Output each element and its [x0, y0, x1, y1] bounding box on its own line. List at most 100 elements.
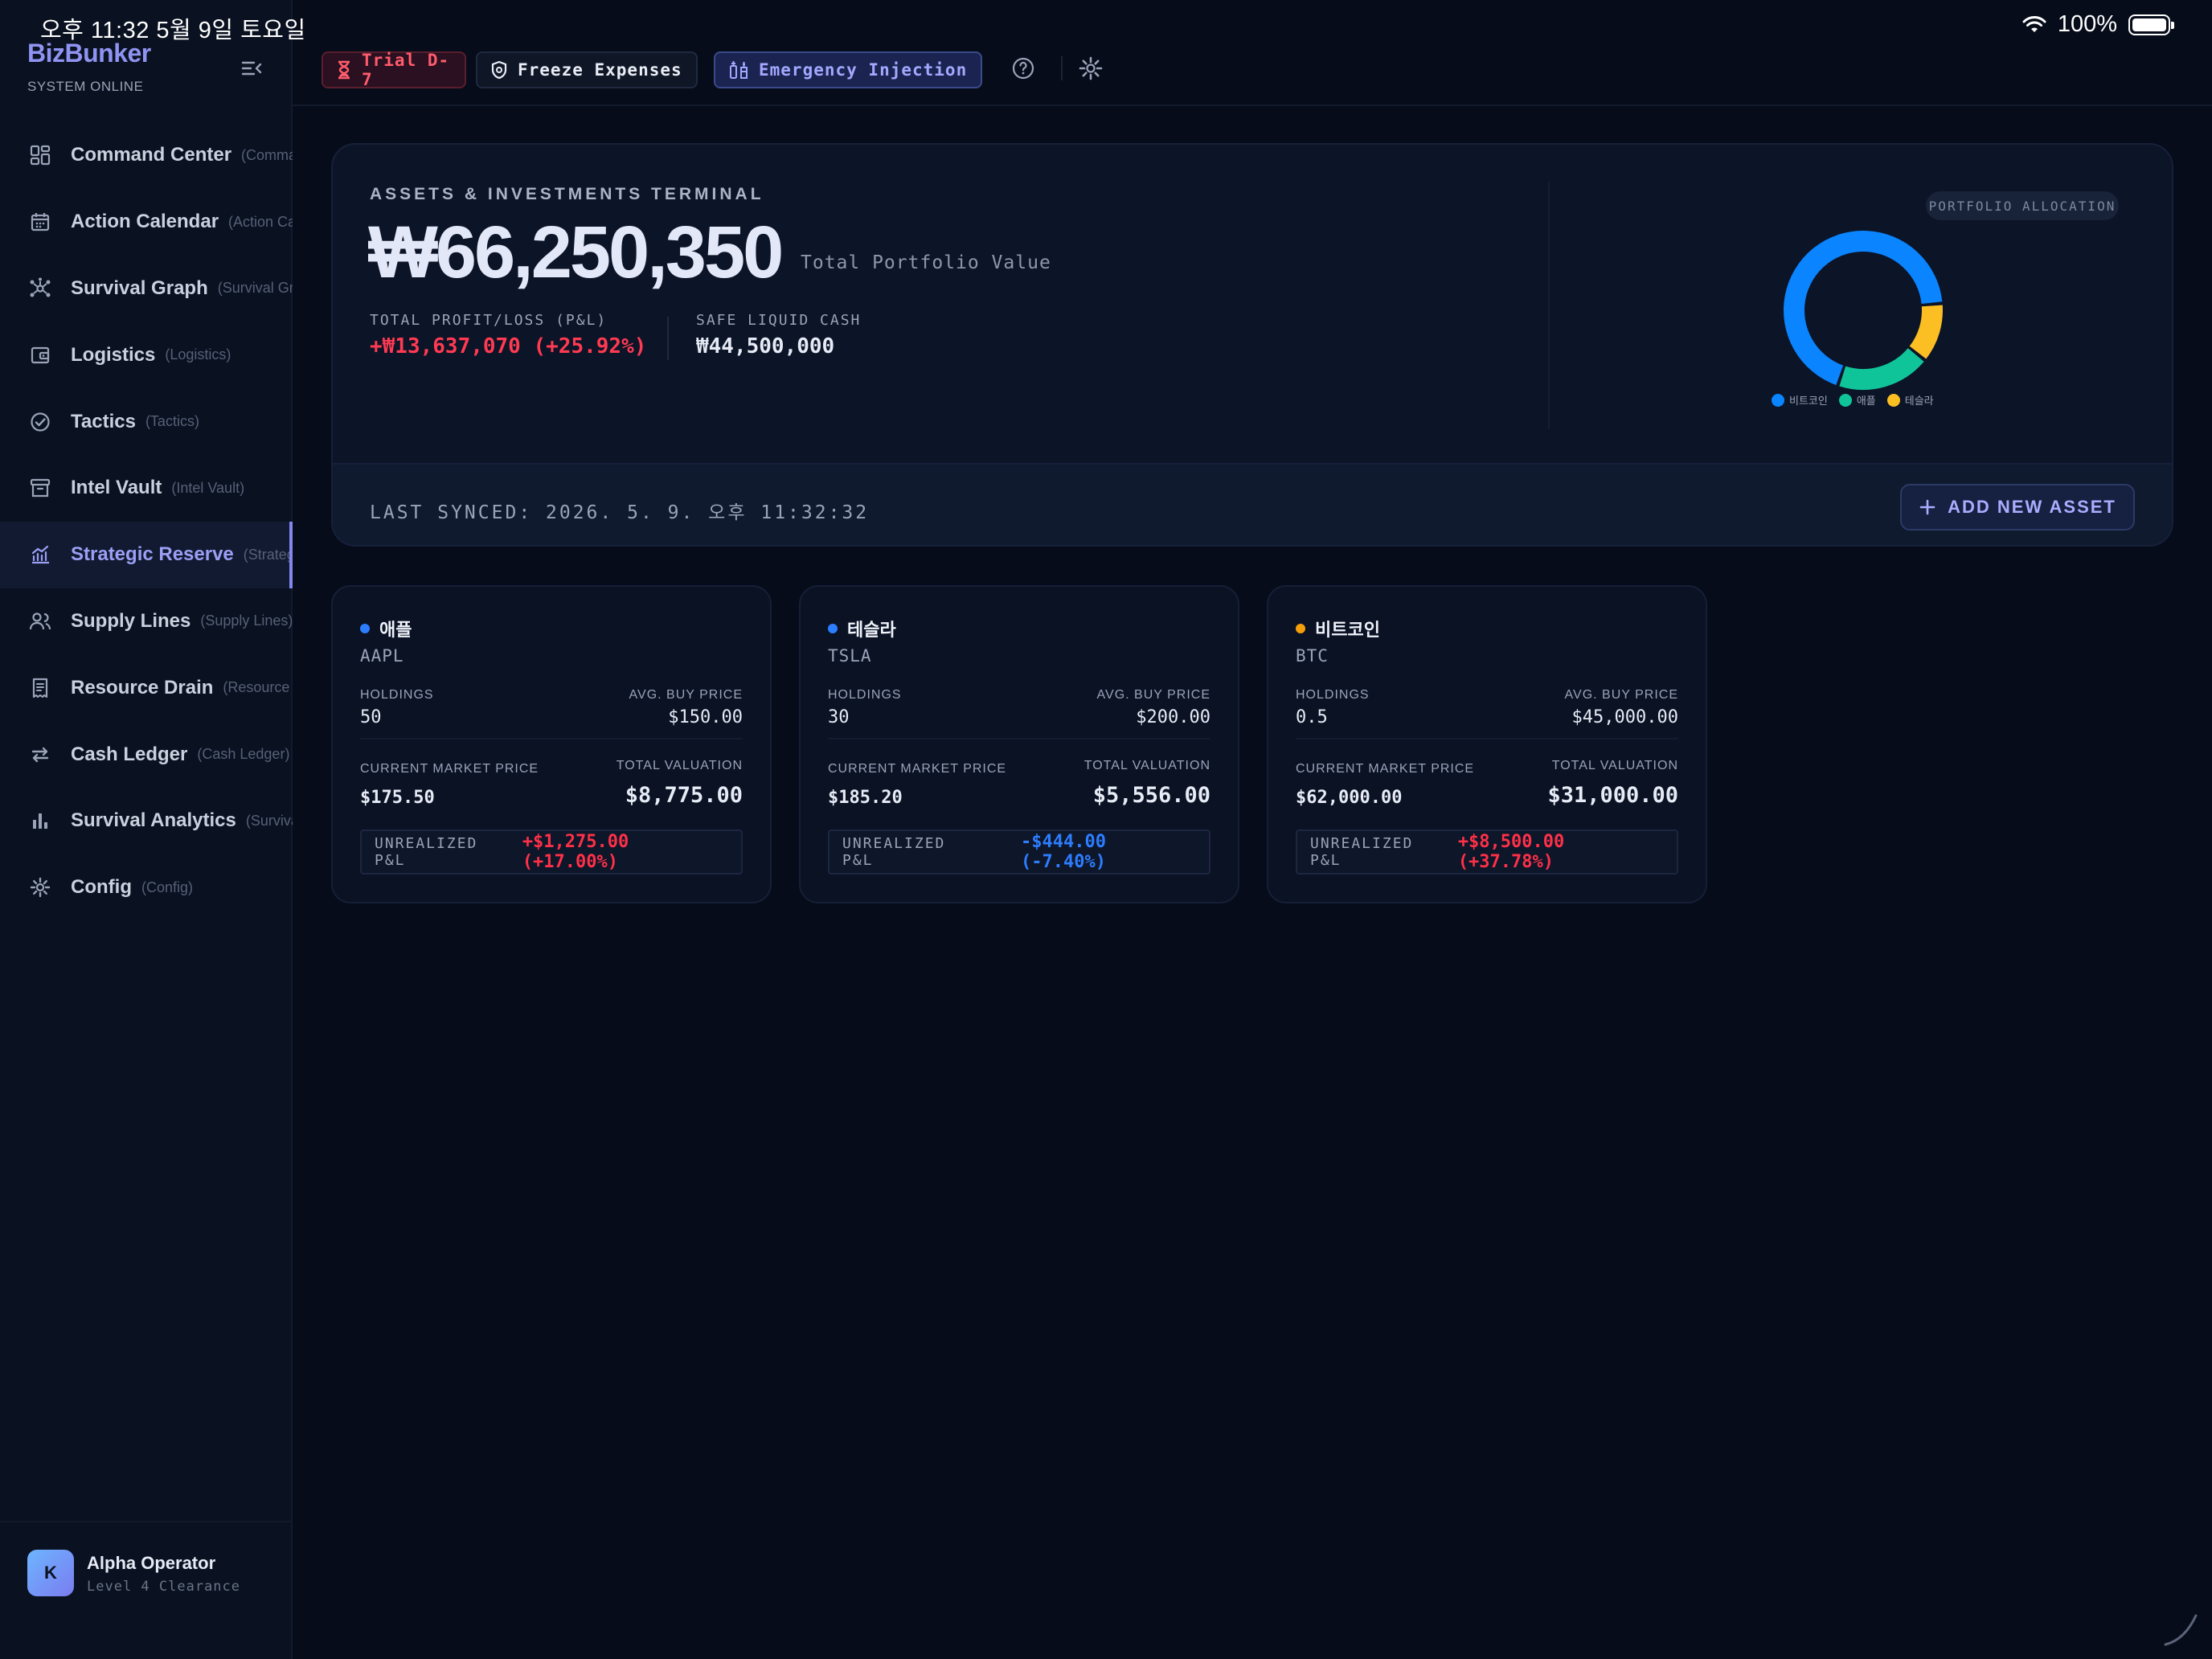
sidebar-item-survival-graph[interactable]: Survival Graph (Survival Graph): [0, 256, 293, 322]
legend-item: 테슬라: [1886, 392, 1934, 408]
shield-icon: [490, 60, 508, 80]
holdings-value: 30: [828, 707, 850, 727]
plus-icon: [1919, 499, 1936, 515]
sidebar-item-logistics[interactable]: Logistics (Logistics): [0, 322, 293, 388]
grid-icon: [27, 142, 53, 168]
unrealized-pnl-label: UNREALIZED P&L: [842, 835, 946, 869]
battery-percent: 100%: [2057, 11, 2117, 37]
sidebar-item-sublabel: (Intel Vault): [171, 479, 245, 496]
gear-icon: [27, 875, 53, 900]
portfolio-summary: ASSETS & INVESTMENTS TERMINAL ₩66,250,35…: [333, 145, 2172, 463]
sidebar-item-label: Logistics: [71, 343, 156, 366]
allocation-donut-chart: [1784, 231, 1943, 390]
legend-label: 테슬라: [1904, 395, 1934, 407]
asset-card-tsla[interactable]: 테슬라 TSLA HOLDINGS 30 AVG. BUY PRICE $200…: [799, 585, 1239, 903]
unrealized-pnl-box: UNREALIZED P&L -$444.00 (-7.40%): [828, 830, 1210, 875]
sidebar-item-label: Survival Analytics: [71, 809, 236, 832]
market-price-label: CURRENT MARKET PRICE: [360, 762, 539, 776]
avg-buy-price-value: $150.00: [668, 707, 743, 727]
holdings-value: 50: [360, 707, 382, 727]
portfolio-summary-panel: ASSETS & INVESTMENTS TERMINAL ₩66,250,35…: [331, 143, 2173, 547]
sidebar-item-sublabel: (Supply Lines): [200, 612, 293, 629]
asset-name: 애플: [360, 616, 412, 641]
legend-swatch: [1838, 393, 1852, 407]
panel-footer: LAST SYNCED: 2026. 5. 9. 오후 11:32:32 ADD…: [333, 463, 2172, 545]
hourglass-icon: [336, 60, 352, 80]
help-icon[interactable]: [1010, 55, 1037, 82]
market-price-value: $62,000.00: [1296, 788, 1403, 808]
sidebar-item-sublabel: (Cash Ledger): [197, 746, 290, 763]
avatar[interactable]: K: [27, 1550, 74, 1596]
asset-name-text: 비트코인: [1315, 620, 1380, 640]
asset-dot: [1296, 624, 1305, 633]
user-name: Alpha Operator: [87, 1553, 216, 1573]
freeze-label: Freeze Expenses: [518, 60, 682, 80]
sidebar: BizBunker SYSTEM ONLINE Command Center (…: [0, 0, 293, 1659]
total-pnl-label: TOTAL PROFIT/LOSS (P&L): [370, 312, 608, 329]
trial-label: Trial D-7: [362, 51, 450, 89]
sidebar-item-tactics[interactable]: Tactics (Tactics): [0, 388, 293, 455]
market-price-value: $175.50: [360, 788, 435, 808]
last-synced: LAST SYNCED: 2026. 5. 9. 오후 11:32:32: [370, 502, 870, 523]
users-icon: [27, 608, 53, 634]
sidebar-item-sublabel: (Survival Analytics): [245, 812, 293, 829]
sidebar-item-sublabel: (Survival Graph): [217, 280, 293, 297]
top-bar: Trial D-7 Freeze Expenses Emergency Inje…: [293, 50, 2212, 106]
sidebar-item-resource-drain[interactable]: Resource Drain (Resource Drain): [0, 654, 293, 721]
sidebar-item-label: Supply Lines: [71, 609, 191, 632]
sidebar-item-command-center[interactable]: Command Center (Command Center): [0, 122, 293, 189]
total-valuation-value: $31,000.00: [1547, 783, 1678, 808]
unrealized-pnl-label: UNREALIZED P&L: [1310, 835, 1414, 869]
sidebar-item-supply-lines[interactable]: Supply Lines (Supply Lines): [0, 588, 293, 655]
stat-divider: [667, 317, 669, 360]
asset-card-btc[interactable]: 비트코인 BTC HOLDINGS 0.5 AVG. BUY PRICE $45…: [1267, 585, 1707, 903]
collapse-sidebar-icon[interactable]: [240, 56, 264, 80]
sidebar-item-action-calendar[interactable]: Action Calendar (Action Calendar): [0, 189, 293, 256]
market-price-value: $185.20: [828, 788, 903, 808]
total-valuation-label: TOTAL VALUATION: [1083, 759, 1210, 772]
settings-gear-icon[interactable]: [1077, 55, 1104, 82]
avg-buy-price-value: $45,000.00: [1571, 707, 1678, 727]
card-divider: [360, 738, 743, 739]
sidebar-item-label: Tactics: [71, 410, 136, 432]
add-new-asset-button[interactable]: ADD NEW ASSET: [1900, 484, 2135, 530]
holdings-value: 0.5: [1296, 707, 1328, 727]
sidebar-item-label: Intel Vault: [71, 477, 162, 499]
sidebar-item-strategic-reserve[interactable]: Strategic Reserve (Strategic Reserve): [0, 521, 293, 588]
trial-badge-button[interactable]: Trial D-7: [322, 51, 466, 89]
chart-line-icon: [27, 542, 53, 567]
sidebar-item-cash-ledger[interactable]: Cash Ledger (Cash Ledger): [0, 721, 293, 788]
check-circle-icon: [27, 409, 53, 435]
sidebar-item-intel-vault[interactable]: Intel Vault (Intel Vault): [0, 455, 293, 522]
donut-slice-3: [1909, 305, 1943, 359]
status-time-date: 오후 11:32 5월 9일 토요일: [40, 18, 306, 43]
add-new-asset-label: ADD NEW ASSET: [1948, 497, 2116, 517]
arrows-icon: [27, 742, 53, 768]
calendar-icon: [27, 209, 53, 235]
total-valuation-label: TOTAL VALUATION: [616, 759, 743, 772]
status-bar: 오후 11:32 5월 9일 토요일 100%: [0, 0, 2212, 50]
freeze-expenses-button[interactable]: Freeze Expenses: [476, 51, 698, 88]
emergency-injection-button[interactable]: Emergency Injection: [714, 51, 982, 88]
user-profile[interactable]: K Alpha Operator Level 4 Clearance: [0, 1521, 293, 1659]
holdings-label: HOLDINGS: [1296, 688, 1370, 702]
sidebar-item-label: Cash Ledger: [71, 743, 188, 765]
syringe-icon: [728, 59, 749, 80]
avg-buy-price-label: AVG. BUY PRICE: [1564, 688, 1678, 702]
sidebar-item-survival-analytics[interactable]: Survival Analytics (Survival Analytics): [0, 788, 293, 854]
sidebar-item-label: Survival Graph: [71, 276, 208, 299]
sidebar-item-config[interactable]: Config (Config): [0, 854, 293, 921]
status-right: 100%: [2022, 11, 2174, 38]
bar-chart-icon: [27, 808, 53, 834]
sidebar-item-sublabel: (Logistics): [165, 346, 231, 363]
asset-card-aapl[interactable]: 애플 AAPL HOLDINGS 50 AVG. BUY PRICE $150.…: [331, 585, 772, 903]
asset-dot: [828, 624, 838, 633]
legend-label: 비트코인: [1789, 395, 1828, 407]
total-portfolio-value-label: Total Portfolio Value: [801, 252, 1051, 273]
avg-buy-price-label: AVG. BUY PRICE: [1096, 688, 1210, 702]
sidebar-item-label: Config: [71, 876, 132, 899]
allocation-legend: 비트코인 애플 테슬라: [1772, 392, 1934, 408]
holdings-label: HOLDINGS: [360, 688, 434, 702]
sidebar-item-sublabel: (Resource Drain): [223, 679, 293, 696]
sidebar-item-label: Resource Drain: [71, 676, 214, 698]
